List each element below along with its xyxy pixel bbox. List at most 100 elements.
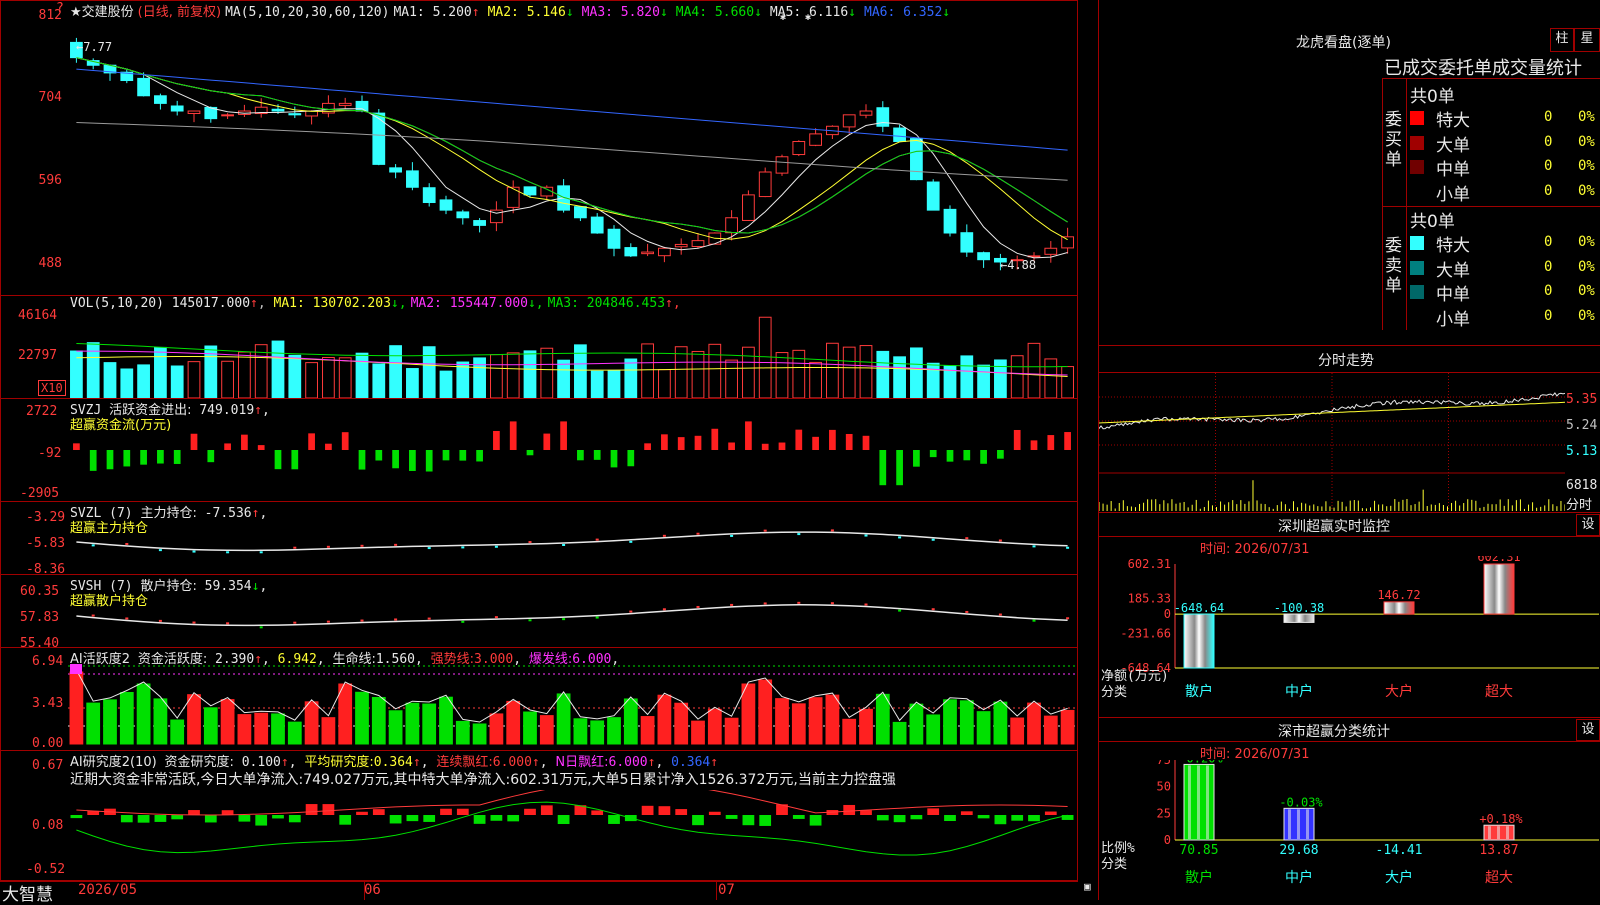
fund-flow-bar [896,450,903,486]
bar-value-label: 13.87 [1479,843,1518,858]
monitor-divider [1098,536,1600,537]
activity-bar [86,702,101,745]
research-bar [876,815,889,821]
bar-value-label: 70.85 [1179,843,1218,858]
fund-flow-bar [392,450,399,469]
ratio-bar-chart[interactable]: 75 50 25 0 比例%分类 -0.20% 70.85 散户 -0.03% 29.68 中户 -1… [1099,760,1599,900]
ratio-bar-stripe [1506,826,1509,839]
activity-bar [136,683,151,745]
activity-bar [355,691,369,745]
candle-body [960,232,974,253]
classstat-divider [1098,741,1600,742]
fund-flow-bar [425,450,433,472]
candle-body [943,208,957,234]
holding-tick [91,614,95,617]
volume-bar [590,370,604,398]
fund-flow-bar [829,429,836,450]
research-bar [658,806,671,815]
research-bar [389,815,402,824]
fund-flow-bar [929,450,937,458]
fund-flow-bar [644,443,651,450]
svzl-line-chart[interactable] [68,520,1076,574]
fund-flow-bar [358,450,366,470]
activity-bar [338,683,353,745]
order-pct: 0% [1578,283,1595,299]
research-bar [356,811,368,815]
star-view-button[interactable]: 星 [1574,28,1600,52]
ratio-bar-stripe [1188,765,1191,839]
ytick: 488 [38,256,62,271]
research-bar [524,808,536,815]
candle-body [725,217,738,234]
research-bar [406,815,419,822]
research-bar [960,811,973,815]
candle-body [641,251,654,255]
lock-icon[interactable]: ▣ [1084,880,1091,893]
holding-tick [931,608,935,611]
intraday-chart[interactable] [1099,373,1565,511]
fund-flow-bar [241,434,248,450]
activity-bar [926,714,941,745]
activity-bar [993,701,1008,745]
fund-flow-bar [879,450,887,486]
volume-bar [154,346,167,398]
ai-research-chart[interactable] [68,790,1076,880]
volume-unit-badge: X10 [38,380,66,396]
candle-body [910,138,923,181]
fund-flow-bar [140,450,147,465]
low-price-label: ←4.88 [1000,258,1037,272]
activity-bar [674,702,689,745]
svzj-bar-chart[interactable] [68,420,1076,502]
candlestick-chart[interactable] [68,18,1076,294]
volume-bar [523,350,537,398]
holding-tick [730,603,734,606]
y-tick-label: 50 [1157,780,1171,794]
volume-chart[interactable] [68,312,1076,398]
net-amount-bar [1283,613,1315,623]
fund-flow-bar [207,450,215,463]
ytick: 596 [38,173,62,188]
net-amount-bar-chart[interactable]: 602.31185.330-231.66-648.64净额(万元)分类-648.… [1099,556,1599,716]
classstat-settings-button[interactable]: 设 [1576,719,1600,741]
activity-bar [607,717,621,745]
activity-bar [119,691,134,745]
candle-body [590,216,604,234]
research-bar [288,815,301,823]
order-size-label: 大单 [1436,135,1470,156]
bar-value-label: 602.31 [1477,556,1520,564]
holding-tick [528,541,532,544]
color-swatch [1410,135,1424,150]
x-tick-mark [716,880,717,900]
activity-bar [287,721,302,745]
bar-view-button[interactable]: 柱 [1550,28,1574,52]
research-bar [305,804,318,815]
volume-bar [826,342,839,398]
fund-flow-bar [509,421,517,450]
ai-activity-chart[interactable] [68,664,1076,750]
activity-bar [657,694,672,745]
vol-ma-value-2: MA2: 155447.000↓, [410,296,544,311]
activity-bar [556,693,571,745]
ytick: -0.52 [26,862,66,877]
volume-bar [725,359,738,398]
volume-bar [355,352,369,398]
holding-tick [125,617,129,620]
volume-bar [406,368,419,398]
activity-bar [943,699,957,745]
activity-bar [405,702,420,745]
app-brand[interactable]: 大智慧 [2,880,53,905]
activity-bar [489,713,504,745]
activity-bar [237,714,252,745]
fund-flow-bar [577,450,584,461]
svsh-line-chart[interactable] [68,592,1076,648]
activity-bar [422,703,437,745]
candle-body [574,206,587,219]
activity-bar [103,699,117,745]
fund-flow-bar [694,435,702,450]
lhb-inner-border [1406,78,1407,330]
monitor-settings-button[interactable]: 设 [1576,514,1600,536]
fund-flow-bar [325,443,332,450]
holding-tick [898,609,902,612]
fund-flow-bar [711,428,719,450]
intraday-title: 分时走势 [1318,353,1374,369]
